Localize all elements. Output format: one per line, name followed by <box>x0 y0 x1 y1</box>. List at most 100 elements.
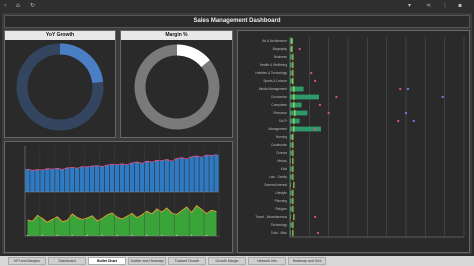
yoy-growth-panel[interactable]: YoY Growth <box>4 30 116 138</box>
timeseries-panel[interactable] <box>4 141 233 253</box>
bar[interactable] <box>55 168 60 192</box>
category-label: Computers <box>271 103 287 107</box>
bar[interactable] <box>204 155 209 192</box>
bar[interactable] <box>65 167 70 192</box>
target-marker <box>292 205 294 213</box>
bar[interactable] <box>40 170 45 192</box>
comparison-dot-secondary[interactable] <box>441 95 444 99</box>
bar[interactable] <box>30 170 35 192</box>
bar[interactable] <box>189 156 194 192</box>
bullet-bar[interactable] <box>290 118 300 124</box>
bar[interactable] <box>75 168 80 192</box>
target-marker <box>292 221 294 229</box>
bar[interactable] <box>124 164 130 192</box>
bullet-bar[interactable] <box>290 174 292 180</box>
bullet-bar[interactable] <box>290 126 321 132</box>
bar[interactable] <box>214 154 219 192</box>
bullet-bar[interactable] <box>290 206 292 212</box>
comparison-dot[interactable] <box>327 111 330 115</box>
bar[interactable] <box>174 158 179 192</box>
bar[interactable] <box>144 161 150 192</box>
bar[interactable] <box>89 166 95 192</box>
target-marker <box>292 173 294 181</box>
bar[interactable] <box>80 166 85 192</box>
bullet-bar[interactable] <box>290 102 302 108</box>
bar[interactable] <box>99 166 105 192</box>
bullet-bar[interactable] <box>290 54 292 60</box>
target-marker <box>293 85 295 93</box>
bar[interactable] <box>134 162 140 192</box>
bar[interactable] <box>139 163 145 192</box>
timeseries-chart <box>24 146 220 238</box>
sheet-tab[interactable]: Growth Margin <box>208 257 246 265</box>
bar[interactable] <box>159 160 164 192</box>
bullet-bar[interactable] <box>290 150 292 156</box>
bullet-bar[interactable] <box>290 198 292 204</box>
comparison-dot[interactable] <box>314 215 317 219</box>
bar[interactable] <box>50 169 55 192</box>
bar[interactable] <box>84 166 90 192</box>
bullet-chart-panel[interactable]: Art & Architecture Biography Business Healt… <box>237 30 470 253</box>
bullet-bar[interactable] <box>290 222 292 228</box>
dropdown-icon[interactable]: ▾ <box>408 2 411 10</box>
bar[interactable] <box>179 157 184 192</box>
sheet-tab[interactable]: Dashboard <box>48 257 86 265</box>
bullet-bar[interactable] <box>290 166 292 172</box>
bar[interactable] <box>129 162 135 192</box>
more-icon[interactable]: ⋮ <box>442 2 448 10</box>
bar[interactable] <box>119 163 125 192</box>
comparison-dot[interactable] <box>310 71 313 75</box>
bar[interactable] <box>60 169 65 192</box>
bullet-bar[interactable] <box>290 142 292 148</box>
bar[interactable] <box>149 162 155 192</box>
category-label: Biography <box>273 47 288 51</box>
back-icon[interactable]: ‹ <box>4 2 6 10</box>
bar[interactable] <box>45 168 50 192</box>
comparison-dot-secondary[interactable] <box>412 119 415 123</box>
margin-panel[interactable]: Margin % <box>120 30 233 138</box>
bar[interactable] <box>94 165 100 192</box>
bar[interactable] <box>70 167 75 192</box>
sheet-tab[interactable]: Bullet Chart <box>88 257 126 265</box>
bar[interactable] <box>114 164 120 192</box>
bullet-bar[interactable] <box>290 62 292 68</box>
sheet-tab[interactable]: KPI and Margins <box>8 257 46 265</box>
refresh-icon[interactable]: ↻ <box>30 2 35 10</box>
bar[interactable] <box>35 169 40 192</box>
target-marker <box>291 37 293 45</box>
bar[interactable] <box>184 159 189 192</box>
comparison-dot-secondary[interactable] <box>406 87 410 91</box>
bar[interactable] <box>194 155 199 192</box>
comparison-dot-secondary[interactable] <box>404 111 408 115</box>
bar[interactable] <box>199 157 204 192</box>
bullet-bar[interactable] <box>290 110 308 116</box>
comparison-dot[interactable] <box>314 127 317 131</box>
bar[interactable] <box>154 160 160 192</box>
bar[interactable] <box>104 165 110 192</box>
sheet-tab[interactable]: Tracked Growth <box>168 257 206 265</box>
comparison-dot[interactable] <box>298 47 301 51</box>
comparison-dot[interactable] <box>399 87 402 91</box>
bar[interactable] <box>25 169 30 192</box>
sheet-tab[interactable]: Heatmap and Grid <box>288 257 326 265</box>
sheet-tab[interactable]: Network Info <box>248 257 286 265</box>
bar[interactable] <box>109 164 115 192</box>
category-label: Economics <box>271 95 287 99</box>
comparison-dot[interactable] <box>335 95 338 99</box>
comparison-dot[interactable] <box>318 103 322 107</box>
settings-icon[interactable]: ▪ <box>458 2 462 10</box>
bullet-bar[interactable] <box>290 190 292 196</box>
dashboard-title: Sales Management Dashboard <box>193 18 281 24</box>
bullet-bar[interactable] <box>290 70 292 76</box>
bar[interactable] <box>169 161 174 192</box>
home-icon[interactable]: ⌂ <box>16 2 20 10</box>
bullet-bar[interactable] <box>290 86 304 92</box>
share-icon[interactable]: ⋖ <box>426 2 431 10</box>
bar[interactable] <box>164 159 169 192</box>
comparison-dot[interactable] <box>314 79 317 83</box>
comparison-dot[interactable] <box>397 119 400 123</box>
bar[interactable] <box>209 155 214 192</box>
comparison-dot[interactable] <box>316 231 320 235</box>
category-label: General Interest <box>264 183 287 187</box>
sheet-tab[interactable]: Scatter and Heatmap <box>128 257 166 265</box>
